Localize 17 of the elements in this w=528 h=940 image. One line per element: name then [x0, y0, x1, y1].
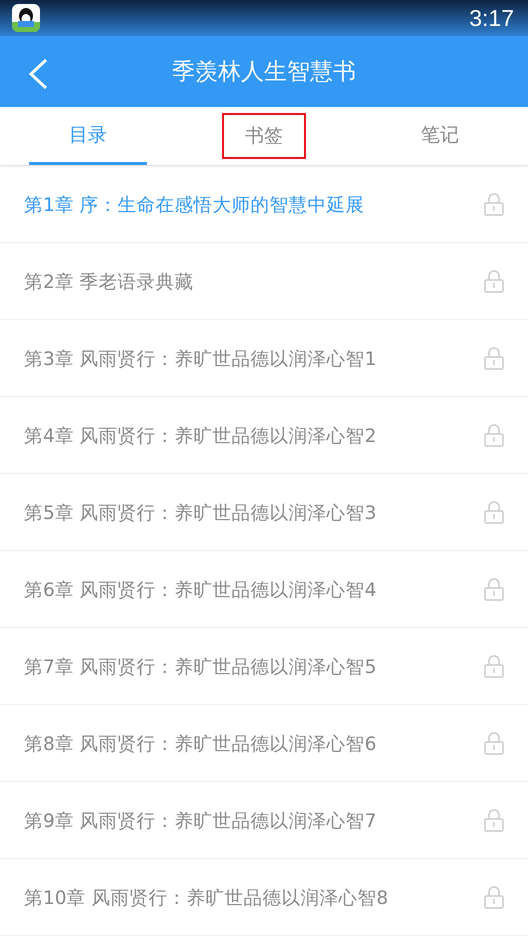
chapter-item[interactable]: 第2章 季老语录典藏	[24, 268, 194, 294]
chapter-item[interactable]: 第5章 风雨贤行：养旷世品德以润泽心智3	[24, 500, 376, 524]
clock-time: 3:17	[469, 4, 514, 32]
app-icon	[12, 4, 40, 32]
book-title: 季羡林人生智慧书	[172, 58, 356, 87]
chapter-item[interactable]: 第3章 风雨贤行：养旷世品德以润泽心智1	[24, 346, 376, 370]
chapter-item[interactable]: 第8章 风雨贤行：养旷世品德以润泽心智6	[24, 730, 376, 756]
tab[interactable]: 书签	[222, 113, 306, 159]
back-button[interactable]	[26, 58, 50, 90]
chapter-item[interactable]: 第10章 风雨贤行：养旷世品德以润泽心智8	[24, 884, 388, 910]
chapter-item[interactable]: 第6章 风雨贤行：养旷世品德以润泽心智4	[24, 576, 376, 602]
chapter-item[interactable]: 第9章 风雨贤行：养旷世品德以润泽心智7	[24, 808, 376, 832]
chapter-item[interactable]: 第4章 风雨贤行：养旷世品德以润泽心智2	[24, 422, 376, 448]
tab[interactable]: 笔记	[381, 107, 499, 165]
chapter-item[interactable]: 第1章 序：生命在感悟大师的智慧中延展	[24, 192, 365, 216]
chapter-item[interactable]: 第7章 风雨贤行：养旷世品德以润泽心智5	[24, 654, 376, 678]
tab[interactable]: 目录	[29, 107, 147, 165]
